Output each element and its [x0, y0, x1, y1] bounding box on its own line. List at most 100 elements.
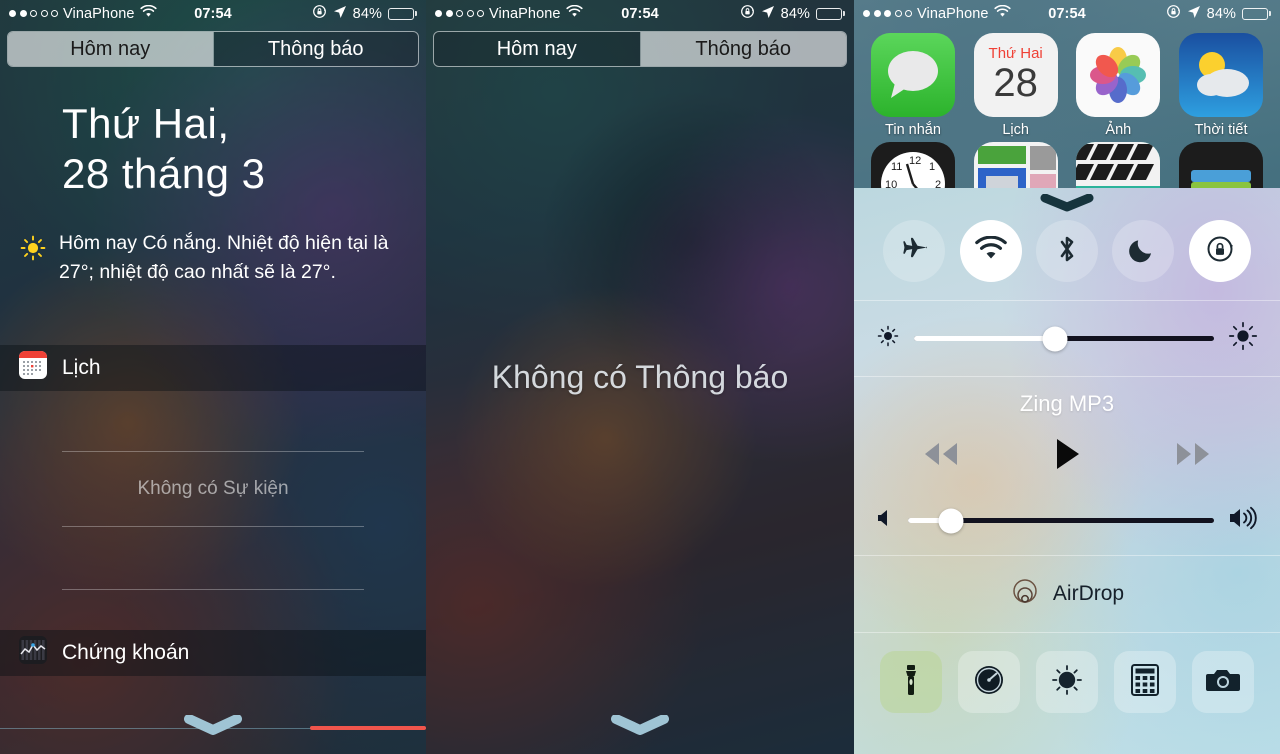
shortcuts-section: [854, 632, 1280, 733]
segmented-control-container: Hôm nay Thông báo: [0, 27, 426, 67]
airdrop-row[interactable]: AirDrop: [854, 556, 1280, 632]
status-bar-left: VinaPhone: [863, 4, 1011, 22]
app-calendar[interactable]: Thứ Hai 28 Lịch: [971, 33, 1061, 138]
status-bar: VinaPhone 07:54 84%: [0, 0, 426, 27]
grabber-chevron-icon[interactable]: [611, 714, 669, 740]
night-shift-shortcut[interactable]: [1036, 651, 1098, 713]
signal-strength-icon: [435, 10, 484, 17]
control-center-panel: Zing MP3 AirDrop: [854, 188, 1280, 754]
calendar-app-icon: [18, 350, 48, 386]
status-bar-right: 84%: [1166, 4, 1271, 23]
app-label: Lịch: [1002, 122, 1029, 138]
signal-strength-icon: [863, 10, 912, 17]
calendar-weekday: Thứ Hai: [988, 45, 1043, 62]
svg-text:1: 1: [929, 161, 935, 173]
photos-app-icon: [1076, 33, 1161, 117]
weather-summary[interactable]: Hôm nay Có nắng. Nhiệt độ hiện tại là 27…: [0, 199, 426, 287]
carrier-label: VinaPhone: [917, 5, 989, 22]
timer-shortcut[interactable]: [958, 651, 1020, 713]
brightness-section: [854, 300, 1280, 376]
play-icon[interactable]: [1053, 437, 1081, 476]
battery-percent-label: 84%: [1206, 5, 1236, 22]
status-bar-left: VinaPhone: [435, 4, 583, 22]
rotation-lock-icon: [1166, 4, 1181, 23]
status-bar-right: 84%: [740, 4, 845, 23]
panel-notifications-view: VinaPhone 07:54 84% Hôm nay Thông báo Kh…: [426, 0, 854, 754]
date-weekday: Thứ Hai,: [62, 100, 230, 147]
media-section: Zing MP3: [854, 376, 1280, 555]
volume-slider-row: [854, 486, 1280, 555]
app-messages[interactable]: Tin nhắn: [868, 33, 958, 138]
volume-slider-knob[interactable]: [938, 508, 964, 533]
wifi-toggle[interactable]: [959, 220, 1022, 282]
media-title: Zing MP3: [1019, 391, 1115, 416]
app-row: Tin nhắn Thứ Hai 28 Lịch Ảnh Thời tiết: [868, 33, 1266, 138]
segmented-control-container: Hôm nay Thông báo: [426, 27, 854, 67]
grabber-chevron-icon[interactable]: [184, 714, 242, 740]
airdrop-label: AirDrop: [1052, 582, 1125, 605]
signal-strength-icon: [9, 10, 58, 17]
widget-title-stocks: Chứng khoán: [62, 641, 190, 664]
flashlight-shortcut[interactable]: [880, 651, 942, 713]
rewind-icon[interactable]: [919, 439, 961, 474]
panel-today-view: VinaPhone 07:54 84% Hôm nay Thông báo Th…: [0, 0, 426, 754]
calendar-empty-text: Không có Sự kiện: [137, 478, 289, 499]
segmented-control[interactable]: Hôm nay Thông báo: [433, 31, 847, 67]
timer-icon: [973, 664, 1005, 701]
location-arrow-icon: [333, 5, 347, 23]
calendar-app-icon: Thứ Hai 28: [973, 33, 1058, 117]
three-panel-screenshot: VinaPhone 07:54 84% Hôm nay Thông báo Th…: [0, 0, 1280, 754]
widget-header-stocks[interactable]: Chứng khoán: [0, 630, 426, 676]
airplane-mode-toggle[interactable]: [883, 220, 946, 282]
airdrop-section[interactable]: AirDrop: [854, 555, 1280, 632]
rotation-lock-toggle[interactable]: [1188, 220, 1251, 282]
app-label: Ảnh: [1105, 122, 1132, 138]
carrier-label: VinaPhone: [63, 5, 135, 22]
app-label: Tin nhắn: [885, 122, 941, 138]
do-not-disturb-toggle[interactable]: [1112, 220, 1175, 282]
weather-app-icon: [1178, 33, 1263, 117]
bluetooth-icon: [1055, 233, 1079, 270]
airplane-icon: [899, 234, 929, 269]
control-center-grabber[interactable]: [854, 188, 1280, 214]
brightness-slider-row: [854, 301, 1280, 376]
camera-shortcut[interactable]: [1192, 651, 1254, 713]
wifi-icon: [565, 4, 583, 22]
date-header: Thứ Hai, 28 tháng 3: [0, 67, 426, 199]
app-photos[interactable]: Ảnh: [1073, 33, 1163, 138]
shortcuts-row: [854, 633, 1280, 733]
battery-percent-label: 84%: [780, 5, 810, 22]
app-weather[interactable]: Thời tiết: [1176, 33, 1266, 138]
battery-icon: [388, 7, 417, 20]
media-transport-controls: [854, 417, 1280, 486]
status-bar-right: 84%: [312, 4, 417, 23]
fast-forward-icon[interactable]: [1173, 439, 1215, 474]
volume-slider[interactable]: [908, 508, 1214, 533]
moon-icon: [1129, 235, 1157, 268]
volume-low-icon: [876, 508, 894, 533]
location-arrow-icon: [1187, 5, 1201, 23]
segmented-control[interactable]: Hôm nay Thông báo: [7, 31, 419, 67]
weather-text: Hôm nay Có nắng. Nhiệt độ hiện tại là 27…: [59, 232, 389, 283]
tab-today[interactable]: Hôm nay: [434, 32, 640, 66]
bluetooth-toggle[interactable]: [1035, 220, 1098, 282]
volume-high-icon: [1228, 506, 1258, 535]
svg-text:12: 12: [909, 155, 921, 167]
widget-header-calendar[interactable]: Lịch: [0, 345, 426, 391]
tab-today[interactable]: Hôm nay: [8, 32, 213, 66]
wifi-icon: [139, 4, 157, 22]
status-bar: VinaPhone 07:54 84%: [426, 0, 854, 27]
tab-notifications[interactable]: Thông báo: [640, 32, 846, 66]
brightness-low-icon: [876, 324, 900, 353]
brightness-slider-knob[interactable]: [1042, 326, 1068, 351]
svg-text:11: 11: [891, 161, 902, 173]
brightness-slider[interactable]: [914, 326, 1214, 351]
rotation-lock-icon: [312, 4, 327, 23]
tab-notifications[interactable]: Thông báo: [213, 32, 418, 66]
widget-body-calendar: Không có Sự kiện: [0, 391, 426, 630]
no-notifications-text: Không có Thông báo: [491, 358, 789, 395]
night-shift-icon: [1051, 664, 1083, 701]
widget-title-calendar: Lịch: [62, 356, 101, 379]
calendar-day: 28: [993, 61, 1038, 105]
calculator-shortcut[interactable]: [1114, 651, 1176, 713]
